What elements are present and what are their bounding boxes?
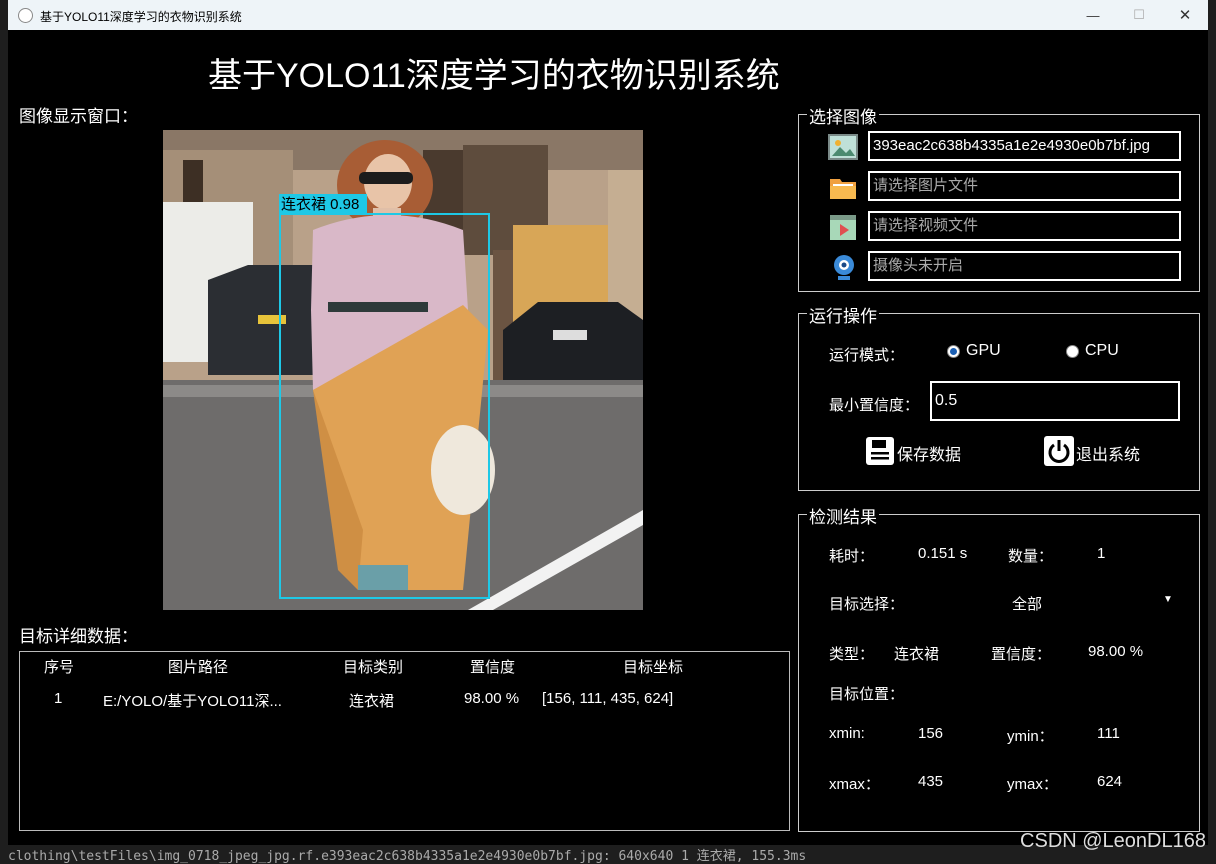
time-label: 耗时： (829, 548, 875, 565)
image-display-label: 图像显示窗口： (19, 107, 138, 126)
cell-path: E:/YOLO/基于YOLO11深... (103, 693, 282, 710)
minimize-button[interactable]: — (1070, 0, 1116, 30)
power-icon (1044, 436, 1074, 466)
maximize-button[interactable]: ☐ (1116, 0, 1162, 30)
detection-result-group: 检测结果 耗时： 0.151 s 数量： 1 目标选择： 全部 ▼ 类型： 连衣… (798, 503, 1200, 832)
save-data-button[interactable]: 保存数据 (865, 436, 975, 468)
target-select-dropdown[interactable]: 全部 ▼ (949, 585, 1184, 617)
xmin-label: xmin: (829, 725, 865, 742)
camera-status-field[interactable]: 摄像头未开启 (868, 251, 1181, 281)
select-image-group: 选择图像 393eac2c638b4335a1e2e4930e0b7bf.jpg… (798, 103, 1200, 292)
col-header-path: 图片路径 (168, 659, 229, 676)
cell-confidence: 98.00 % (464, 690, 520, 707)
select-image-legend: 选择图像 (807, 103, 879, 128)
folder-icon[interactable] (828, 172, 858, 202)
target-select-label: 目标选择： (829, 596, 905, 613)
count-value: 1 (1097, 545, 1106, 562)
xmax-value: 435 (918, 773, 944, 790)
video-file-input[interactable]: 请选择视频文件 (868, 211, 1181, 241)
watermark: CSDN @LeonDL168 (1020, 830, 1206, 852)
save-icon (866, 437, 894, 465)
run-mode-label: 运行模式： (829, 347, 905, 364)
webcam-icon[interactable] (830, 252, 858, 282)
gpu-radio-label[interactable]: GPU (966, 342, 1001, 360)
detection-box-label: 连衣裙 0.98 (281, 196, 359, 213)
video-icon[interactable] (828, 212, 858, 242)
confidence-value: 98.00 % (1088, 643, 1144, 660)
xmax-label: xmax： (829, 776, 880, 793)
gpu-radio[interactable] (947, 345, 960, 358)
cpu-radio[interactable] (1066, 345, 1079, 358)
target-select-value: 全部 (1012, 596, 1043, 613)
exit-system-label: 退出系统 (1076, 447, 1141, 464)
picture-icon[interactable] (828, 132, 858, 162)
image-file-input[interactable]: 请选择图片文件 (868, 171, 1181, 201)
ymin-label: ymin： (1007, 728, 1054, 745)
page-title: 基于YOLO11深度学习的衣物识别系统 (208, 57, 780, 95)
save-data-label: 保存数据 (897, 447, 962, 464)
type-label: 类型： (829, 646, 875, 663)
target-position-label: 目标位置： (829, 686, 905, 703)
min-confidence-input[interactable]: 0.5 (930, 381, 1180, 421)
cpu-radio-label[interactable]: CPU (1085, 342, 1119, 360)
count-label: 数量： (1008, 548, 1054, 565)
col-header-index: 序号 (44, 659, 75, 676)
min-confidence-label: 最小置信度： (829, 397, 920, 414)
window-title: 基于YOLO11深度学习的衣物识别系统 (40, 10, 242, 24)
ymin-value: 111 (1097, 725, 1120, 742)
image-path-field[interactable]: 393eac2c638b4335a1e2e4930e0b7bf.jpg (868, 131, 1181, 161)
app-icon (18, 8, 33, 23)
chevron-down-icon: ▼ (1163, 594, 1173, 605)
cell-coords: [156, 111, 435, 624] (542, 690, 674, 707)
details-label: 目标详细数据： (19, 627, 138, 646)
run-operation-group: 运行操作 运行模式： GPU CPU 最小置信度： 0.5 保存数据 退出系统 (798, 302, 1200, 491)
details-table[interactable]: 序号 图片路径 目标类别 置信度 目标坐标 1 E:/YOLO/基于YOLO11… (19, 651, 790, 831)
window-titlebar: 基于YOLO11深度学习的衣物识别系统 — ☐ ✕ (8, 0, 1208, 30)
ymax-label: ymax： (1007, 776, 1058, 793)
detection-result-legend: 检测结果 (807, 503, 879, 528)
type-value: 连衣裙 (894, 646, 940, 663)
close-button[interactable]: ✕ (1162, 0, 1208, 30)
exit-system-button[interactable]: 退出系统 (1044, 436, 1154, 468)
col-header-coords: 目标坐标 (623, 659, 684, 676)
xmin-value: 156 (918, 725, 944, 742)
confidence-label: 置信度： (991, 646, 1052, 663)
run-operation-legend: 运行操作 (807, 302, 879, 327)
col-header-confidence: 置信度 (470, 659, 516, 676)
col-header-class: 目标类别 (343, 659, 404, 676)
detection-image: 连衣裙 0.98 (163, 130, 643, 610)
cell-class: 连衣裙 (349, 693, 395, 710)
image-display: 连衣裙 0.98 (163, 130, 643, 610)
cell-index: 1 (54, 690, 63, 707)
app-client-area: 基于YOLO11深度学习的衣物识别系统 图像显示窗口： 连衣裙 0.98 目标详… (8, 30, 1208, 845)
ymax-value: 624 (1097, 773, 1123, 790)
console-output: clothing\testFiles\img_0718_jpeg_jpg.rf.… (8, 849, 807, 864)
time-value: 0.151 s (918, 545, 968, 562)
